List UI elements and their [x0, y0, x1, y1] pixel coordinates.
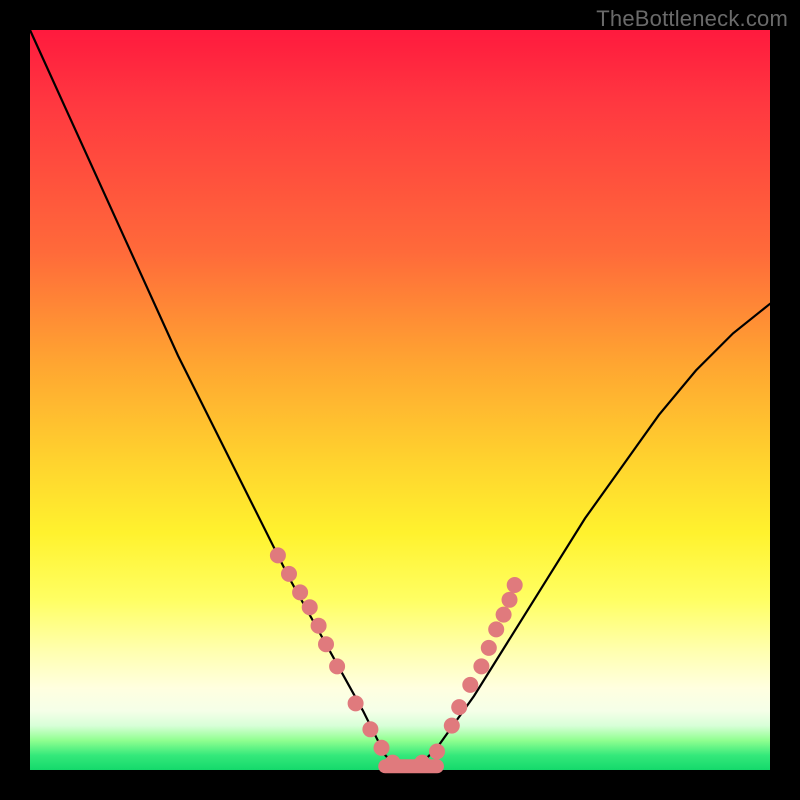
- data-point-markers: [270, 547, 523, 770]
- data-point: [481, 640, 497, 656]
- data-point: [348, 695, 364, 711]
- data-point: [281, 566, 297, 582]
- data-point: [414, 755, 430, 771]
- data-point: [385, 755, 401, 771]
- data-point: [496, 607, 512, 623]
- data-point: [362, 721, 378, 737]
- plot-area: [30, 30, 770, 770]
- data-point: [292, 584, 308, 600]
- data-point: [311, 618, 327, 634]
- data-point: [302, 599, 318, 615]
- data-point: [374, 740, 390, 756]
- data-point: [270, 547, 286, 563]
- data-point: [473, 658, 489, 674]
- chart-frame: TheBottleneck.com: [0, 0, 800, 800]
- data-point: [444, 718, 460, 734]
- data-point: [318, 636, 334, 652]
- watermark-text: TheBottleneck.com: [596, 6, 788, 32]
- curve-path: [30, 30, 770, 770]
- data-point: [502, 592, 518, 608]
- data-point: [488, 621, 504, 637]
- chart-svg: [30, 30, 770, 770]
- data-point: [329, 658, 345, 674]
- bottleneck-curve: [30, 30, 770, 770]
- data-point: [429, 744, 445, 760]
- data-point: [507, 577, 523, 593]
- data-point: [462, 677, 478, 693]
- data-point: [451, 699, 467, 715]
